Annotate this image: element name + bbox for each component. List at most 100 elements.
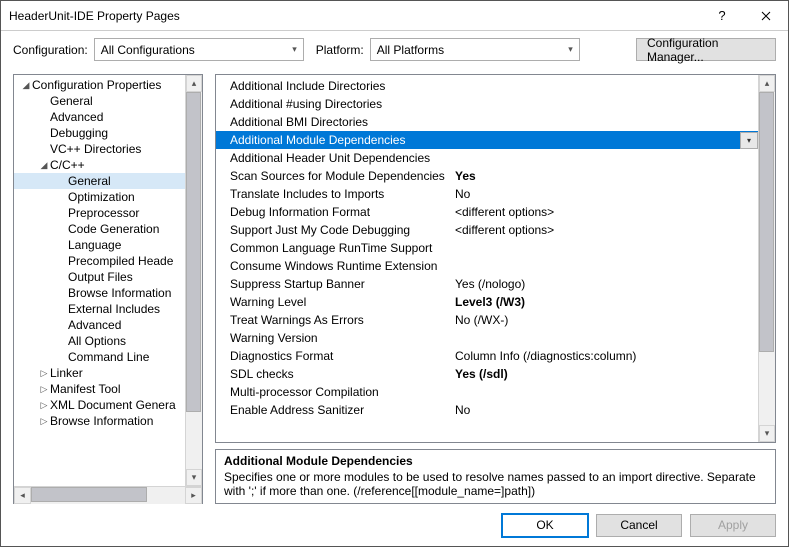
property-row[interactable]: Warning Version: [216, 329, 758, 347]
expander-closed-icon[interactable]: ▷: [38, 368, 50, 379]
property-row[interactable]: Debug Information Format<different optio…: [216, 203, 758, 221]
grid-vertical-scrollbar[interactable]: ▴ ▾: [758, 75, 775, 442]
scroll-left-arrow-icon[interactable]: ◂: [14, 487, 31, 504]
tree-item[interactable]: Browse Information: [14, 285, 185, 301]
tree-item[interactable]: Language: [14, 237, 185, 253]
property-value[interactable]: Yes (/sdl): [455, 367, 758, 381]
property-value[interactable]: No: [455, 187, 758, 201]
property-row[interactable]: Diagnostics FormatColumn Info (/diagnost…: [216, 347, 758, 365]
property-row[interactable]: Translate Includes to ImportsNo: [216, 185, 758, 203]
tree-item[interactable]: ▷Linker: [14, 365, 185, 381]
tree-item-label: External Includes: [68, 302, 160, 316]
tree-item-label: Output Files: [68, 270, 133, 284]
tree-item[interactable]: Code Generation: [14, 221, 185, 237]
chevron-down-icon: ▾: [747, 136, 751, 145]
expander-open-icon[interactable]: ◢: [20, 80, 32, 91]
property-row[interactable]: Support Just My Code Debugging<different…: [216, 221, 758, 239]
tree-scrollbar-thumb[interactable]: [186, 92, 201, 412]
property-value[interactable]: No (/WX-): [455, 313, 758, 327]
tree-item-label: General: [50, 94, 93, 108]
tree-item[interactable]: ◢Configuration Properties: [14, 77, 185, 93]
property-name: Additional Include Directories: [230, 79, 455, 93]
cancel-button[interactable]: Cancel: [596, 514, 682, 537]
property-row[interactable]: Additional Module Dependencies▾: [216, 131, 758, 149]
property-row[interactable]: Warning LevelLevel3 (/W3): [216, 293, 758, 311]
property-row[interactable]: Enable Address SanitizerNo: [216, 401, 758, 419]
property-value[interactable]: No: [455, 403, 758, 417]
property-grid[interactable]: Additional Include Directories Additional…: [216, 75, 758, 442]
property-value[interactable]: Level3 (/W3): [455, 295, 758, 309]
property-row[interactable]: Consume Windows Runtime Extension: [216, 257, 758, 275]
tree-item[interactable]: Debugging: [14, 125, 185, 141]
description-pane: Additional Module Dependencies Specifies…: [215, 449, 776, 504]
scroll-down-arrow-icon[interactable]: ▾: [759, 425, 775, 442]
tree-horizontal-scrollbar[interactable]: ◂ ▸: [14, 486, 202, 503]
property-row[interactable]: Additional BMI Directories: [216, 113, 758, 131]
ok-button[interactable]: OK: [502, 514, 588, 537]
property-row[interactable]: Additional Include Directories: [216, 77, 758, 95]
tree-item[interactable]: ◢C/C++: [14, 157, 185, 173]
property-row[interactable]: SDL checksYes (/sdl): [216, 365, 758, 383]
property-row[interactable]: Multi-processor Compilation: [216, 383, 758, 401]
expander-closed-icon[interactable]: ▷: [38, 400, 50, 411]
titlebar: HeaderUnit-IDE Property Pages ?: [1, 1, 788, 31]
nav-tree[interactable]: ◢Configuration PropertiesGeneralAdvanced…: [14, 75, 185, 486]
property-row[interactable]: Common Language RunTime Support: [216, 239, 758, 257]
configuration-manager-button[interactable]: Configuration Manager...: [636, 38, 776, 61]
property-name: Warning Level: [230, 295, 455, 309]
tree-item[interactable]: All Options: [14, 333, 185, 349]
tree-item[interactable]: General: [14, 93, 185, 109]
property-row[interactable]: Additional Header Unit Dependencies: [216, 149, 758, 167]
close-button[interactable]: [744, 1, 788, 30]
configuration-combo[interactable]: All Configurations ▾: [94, 38, 304, 61]
tree-item[interactable]: Precompiled Heade: [14, 253, 185, 269]
scroll-down-arrow-icon[interactable]: ▾: [186, 469, 202, 486]
chevron-down-icon: ▾: [568, 44, 573, 55]
tree-item[interactable]: ▷XML Document Genera: [14, 397, 185, 413]
property-name: Multi-processor Compilation: [230, 385, 455, 399]
tree-item[interactable]: Preprocessor: [14, 205, 185, 221]
dialog-body: ◢Configuration PropertiesGeneralAdvanced…: [1, 66, 788, 504]
tree-item[interactable]: VC++ Directories: [14, 141, 185, 157]
tree-item[interactable]: Command Line: [14, 349, 185, 365]
close-icon: [761, 11, 771, 21]
expander-closed-icon[interactable]: ▷: [38, 384, 50, 395]
help-button[interactable]: ?: [700, 1, 744, 30]
tree-item[interactable]: General: [14, 173, 185, 189]
expander-closed-icon[interactable]: ▷: [38, 416, 50, 427]
property-value[interactable]: Yes: [455, 169, 758, 183]
property-row[interactable]: Treat Warnings As ErrorsNo (/WX-): [216, 311, 758, 329]
property-dropdown-button[interactable]: ▾: [740, 132, 758, 149]
property-value[interactable]: Column Info (/diagnostics:column): [455, 349, 758, 363]
property-value[interactable]: <different options>: [455, 205, 758, 219]
tree-item[interactable]: ▷Manifest Tool: [14, 381, 185, 397]
scroll-up-arrow-icon[interactable]: ▴: [759, 75, 775, 92]
apply-button[interactable]: Apply: [690, 514, 776, 537]
tree-item-label: C/C++: [50, 158, 85, 172]
property-value[interactable]: Yes (/nologo): [455, 277, 758, 291]
description-heading: Additional Module Dependencies: [224, 454, 767, 468]
tree-item-label: Language: [68, 238, 121, 252]
tree-item[interactable]: ▷Browse Information: [14, 413, 185, 429]
property-name: Additional #using Directories: [230, 97, 455, 111]
property-row[interactable]: Suppress Startup BannerYes (/nologo): [216, 275, 758, 293]
property-row[interactable]: Additional #using Directories: [216, 95, 758, 113]
grid-scrollbar-thumb[interactable]: [759, 92, 774, 352]
tree-item[interactable]: Advanced: [14, 109, 185, 125]
property-row[interactable]: Scan Sources for Module DependenciesYes: [216, 167, 758, 185]
expander-open-icon[interactable]: ◢: [38, 160, 50, 171]
tree-item[interactable]: Output Files: [14, 269, 185, 285]
scroll-up-arrow-icon[interactable]: ▴: [186, 75, 202, 92]
tree-vertical-scrollbar[interactable]: ▴ ▾: [185, 75, 202, 486]
tree-hscrollbar-thumb[interactable]: [31, 487, 147, 502]
tree-item[interactable]: Optimization: [14, 189, 185, 205]
tree-item[interactable]: External Includes: [14, 301, 185, 317]
property-value[interactable]: <different options>: [455, 223, 758, 237]
property-name: Warning Version: [230, 331, 455, 345]
tree-item[interactable]: Advanced: [14, 317, 185, 333]
tree-item-label: XML Document Genera: [50, 398, 176, 412]
platform-combo[interactable]: All Platforms ▾: [370, 38, 580, 61]
property-name: Treat Warnings As Errors: [230, 313, 455, 327]
tree-item-label: Configuration Properties: [32, 78, 161, 92]
scroll-right-arrow-icon[interactable]: ▸: [185, 487, 202, 504]
